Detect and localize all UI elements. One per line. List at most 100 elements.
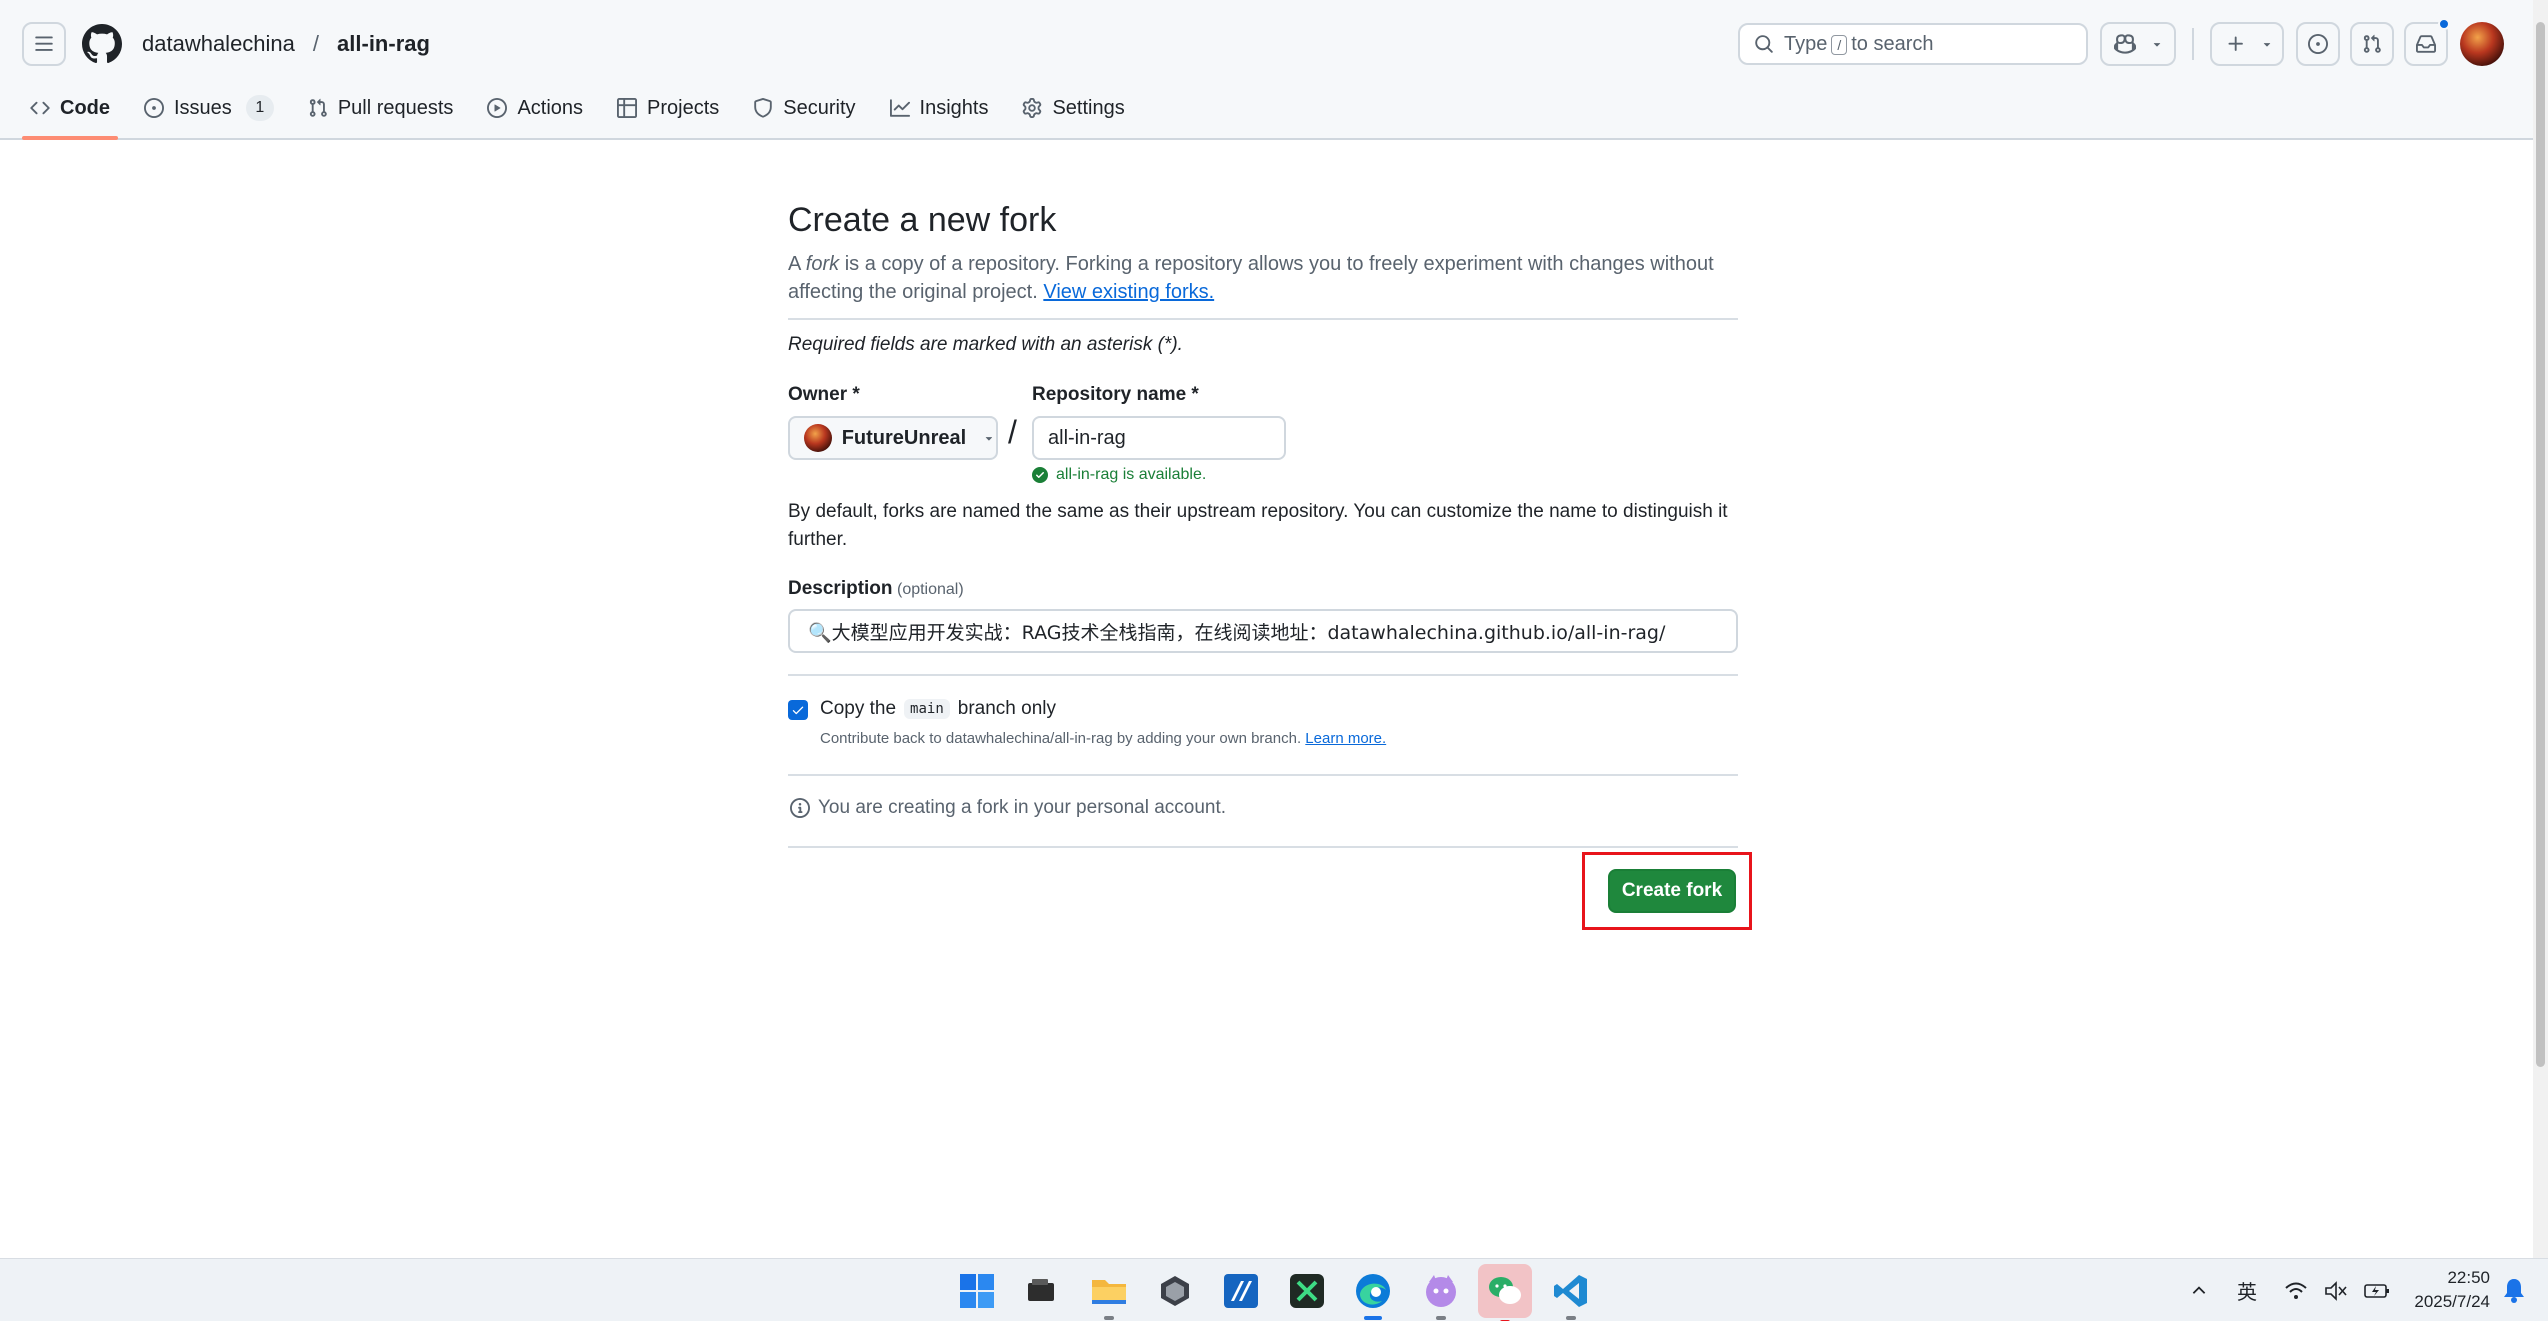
search-placeholder: Type / to search (1784, 32, 1934, 55)
edge-browser-icon[interactable] (1350, 1268, 1396, 1320)
copy-main-branch-checkbox[interactable] (788, 700, 808, 720)
cat-app-icon[interactable] (1418, 1268, 1464, 1320)
learn-more-link[interactable]: Learn more. (1305, 730, 1386, 747)
show-hidden-icons-button[interactable] (2190, 1259, 2208, 1321)
create-fork-button[interactable]: Create fork (1608, 869, 1736, 913)
search-shortcut-key: / (1831, 34, 1848, 55)
required-fields-note: Required fields are marked with an aster… (788, 334, 1183, 355)
scrollbar-thumb[interactable] (2536, 22, 2545, 1067)
tab-label: Pull requests (337, 96, 454, 119)
tab-label: Insights (919, 96, 989, 119)
chevron-up-icon (2192, 1285, 2206, 1294)
copilot-icon (2114, 34, 2136, 54)
tab-pull-requests[interactable]: Pull requests (292, 88, 470, 128)
taskbar-clock[interactable]: 22:50 2025/7/24 (2380, 1266, 2490, 1314)
breadcrumb: datawhalechina / all-in-rag (142, 26, 430, 62)
description-input[interactable] (788, 609, 1738, 653)
search-icon (1755, 35, 1773, 53)
fork-form: Create a new fork A fork is a copy of a … (788, 200, 1752, 930)
copy-branch-help: Contribute back to datawhalechina/all-in… (820, 730, 1387, 747)
github-logo-icon[interactable] (82, 24, 122, 64)
tab-code[interactable]: Code (14, 88, 126, 140)
owner-label: Owner * (788, 384, 860, 405)
windows-start-icon[interactable] (954, 1268, 1000, 1314)
ime-indicator[interactable]: 英 (2237, 1259, 2257, 1321)
notifications-button[interactable] (2502, 1277, 2526, 1308)
running-indicator (1436, 1316, 1446, 1320)
issue-opened-icon (2308, 34, 2328, 54)
table-icon (617, 98, 638, 118)
system-tray-icons[interactable] (2284, 1259, 2390, 1321)
owner-avatar (804, 424, 832, 452)
file-manager-icon[interactable] (1018, 1268, 1064, 1314)
breadcrumb-repo-link[interactable]: all-in-rag (337, 31, 430, 57)
branch-name-code: main (904, 699, 950, 719)
bell-icon (2504, 1279, 2524, 1303)
clock-date: 2025/7/24 (2414, 1292, 2490, 1311)
shield-icon (754, 98, 773, 118)
view-existing-forks-link[interactable]: View existing forks. (1043, 281, 1214, 303)
copy-branch-label[interactable]: Copy the main branch only (820, 698, 1056, 720)
capcut-icon[interactable] (1284, 1268, 1330, 1314)
tab-security[interactable]: Security (737, 88, 871, 128)
tab-label: Code (60, 96, 110, 119)
issues-counter: 1 (245, 95, 274, 121)
running-indicator (1104, 1316, 1114, 1320)
issue-opened-icon (144, 98, 164, 118)
tab-label: Projects (647, 96, 720, 119)
vscode-icon[interactable] (1548, 1268, 1594, 1320)
divider (788, 774, 1738, 776)
tab-settings[interactable]: Settings (1006, 88, 1140, 128)
owner-select[interactable]: FutureUnreal (788, 416, 998, 460)
active-indicator (1364, 1316, 1382, 1320)
tab-label: Issues (174, 96, 232, 119)
user-avatar[interactable] (2460, 22, 2504, 66)
tab-label: Actions (517, 96, 584, 119)
wifi-icon (2285, 1282, 2307, 1299)
tab-label: Security (783, 96, 856, 119)
tab-label: Settings (1052, 96, 1125, 119)
search-input[interactable]: Type / to search (1738, 23, 2088, 65)
page-title: Create a new fork (788, 201, 1057, 239)
cube-app-icon[interactable] (1152, 1268, 1198, 1314)
repo-header: datawhalechina / all-in-rag Type / to sear… (0, 0, 2533, 140)
default-name-note: By default, forks are named the same as … (788, 501, 1728, 550)
tab-actions[interactable]: Actions (471, 88, 599, 128)
text-editor-app-icon[interactable] (1218, 1268, 1264, 1314)
gear-icon (1023, 98, 1042, 118)
breadcrumb-owner-link[interactable]: datawhalechina (142, 31, 295, 57)
clock-time: 22:50 (2447, 1268, 2490, 1287)
divider (788, 318, 1738, 320)
vertical-scrollbar[interactable] (2533, 0, 2548, 1258)
pull-requests-shortcut-button[interactable] (2350, 22, 2394, 66)
tab-projects[interactable]: Projects (601, 88, 735, 128)
header-divider (2192, 28, 2194, 60)
repo-name-label: Repository name * (1032, 384, 1199, 405)
check-icon (792, 706, 804, 715)
tab-issues[interactable]: Issues 1 (128, 88, 290, 128)
info-icon (790, 798, 810, 818)
issues-shortcut-button[interactable] (2296, 22, 2340, 66)
copilot-dropdown-button[interactable] (2140, 22, 2176, 66)
breadcrumb-separator: / (312, 31, 320, 56)
git-pull-request-icon (309, 98, 327, 117)
account-note: You are creating a fork in your personal… (790, 797, 1226, 819)
create-new-button[interactable] (2210, 22, 2284, 66)
triangle-down-icon (985, 437, 993, 441)
git-pull-request-icon (2363, 34, 2381, 53)
triangle-down-icon (2263, 43, 2271, 47)
running-indicator (1566, 1316, 1576, 1320)
triangle-down-icon (2153, 43, 2161, 47)
graph-icon (889, 99, 910, 117)
tab-insights[interactable]: Insights (874, 88, 1005, 128)
divider (788, 846, 1738, 848)
wechat-icon[interactable] (1478, 1264, 1532, 1321)
menu-button[interactable] (22, 22, 66, 66)
owner-repo-separator: / (1008, 414, 1017, 450)
optional-label: (optional) (896, 581, 964, 598)
repository-name-input[interactable] (1032, 416, 1286, 460)
volume-muted-icon (2325, 1280, 2347, 1301)
check-circle-fill-icon (1032, 467, 1048, 483)
folder-icon[interactable] (1086, 1268, 1132, 1320)
hamburger-icon (35, 36, 53, 51)
